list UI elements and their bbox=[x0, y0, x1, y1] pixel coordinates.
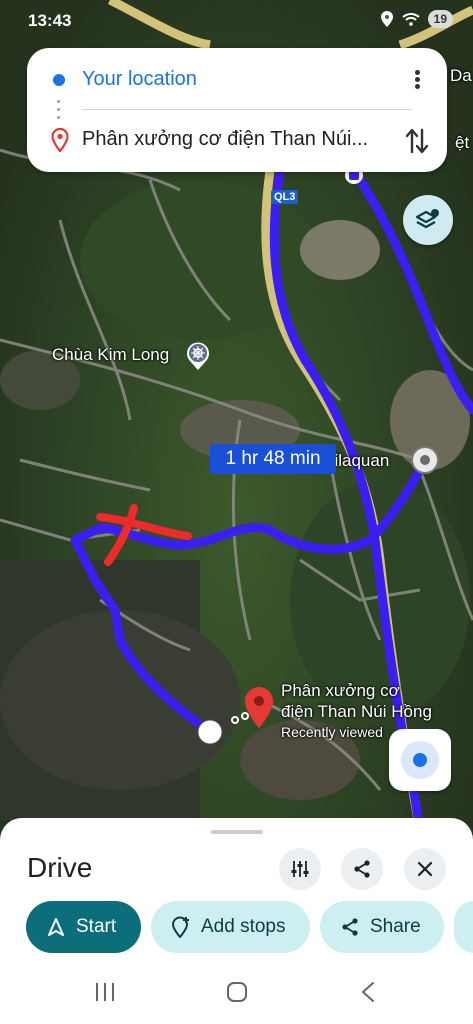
layers-button[interactable] bbox=[403, 195, 453, 245]
wifi-icon bbox=[401, 13, 420, 26]
home-icon[interactable] bbox=[226, 981, 248, 1003]
divider bbox=[82, 109, 412, 110]
my-location-icon bbox=[401, 741, 439, 779]
system-nav-bar bbox=[0, 965, 473, 1024]
share-route-button[interactable] bbox=[341, 848, 383, 890]
add-stops-label: Add stops bbox=[201, 916, 286, 937]
temple-icon[interactable] bbox=[185, 341, 211, 371]
status-time: 13:43 bbox=[28, 11, 72, 30]
back-icon[interactable] bbox=[360, 981, 376, 1003]
share-button[interactable]: Share bbox=[320, 901, 444, 953]
swap-directions-icon[interactable] bbox=[403, 126, 431, 156]
battery-indicator: 19 bbox=[427, 10, 453, 28]
destination-pin-icon bbox=[51, 128, 69, 152]
travel-mode-title: Drive bbox=[27, 852, 93, 883]
share-icon bbox=[354, 860, 370, 878]
edge-map-label-2: ệt bbox=[455, 133, 470, 152]
route-options-button[interactable] bbox=[279, 848, 321, 890]
layers-icon bbox=[415, 209, 439, 229]
sheet-drag-handle[interactable] bbox=[211, 830, 263, 834]
share-label: Share bbox=[370, 916, 421, 937]
add-stop-pin-icon bbox=[171, 916, 189, 938]
destination-row[interactable]: Phân xưởng cơ điện Than Núi... bbox=[27, 126, 447, 154]
place-label-kim-long[interactable]: Chùa Kim Long bbox=[52, 345, 169, 365]
route-dots-icon bbox=[57, 100, 61, 122]
origin-field[interactable]: Your location bbox=[82, 68, 197, 91]
status-bar: 13:43 19 bbox=[0, 0, 473, 40]
destination-field[interactable]: Phân xưởng cơ điện Than Núi... bbox=[82, 128, 368, 151]
recent-apps-icon[interactable] bbox=[93, 981, 117, 1003]
close-icon bbox=[417, 861, 433, 877]
navigation-arrow-icon bbox=[48, 918, 64, 936]
edge-map-label-1: Da bbox=[450, 66, 472, 85]
route-card: Your location Phân xưởng cơ điện Than Nú… bbox=[27, 48, 447, 172]
start-button-label: Start bbox=[76, 916, 117, 937]
origin-dot-icon bbox=[53, 74, 65, 86]
more-options-icon[interactable] bbox=[405, 68, 429, 92]
my-location-button[interactable] bbox=[389, 729, 451, 791]
share-icon bbox=[342, 918, 358, 936]
start-button[interactable]: Start bbox=[26, 901, 141, 953]
road-shield-ql3: QL3 bbox=[271, 190, 299, 204]
add-stops-button[interactable]: Add stops bbox=[151, 901, 310, 953]
tune-icon bbox=[291, 861, 309, 877]
route-duration-chip[interactable]: 1 hr 48 min bbox=[210, 444, 336, 474]
close-button[interactable] bbox=[404, 848, 446, 890]
more-actions-button[interactable] bbox=[454, 901, 473, 953]
origin-row[interactable]: Your location bbox=[27, 66, 447, 94]
location-status-icon bbox=[380, 11, 393, 27]
